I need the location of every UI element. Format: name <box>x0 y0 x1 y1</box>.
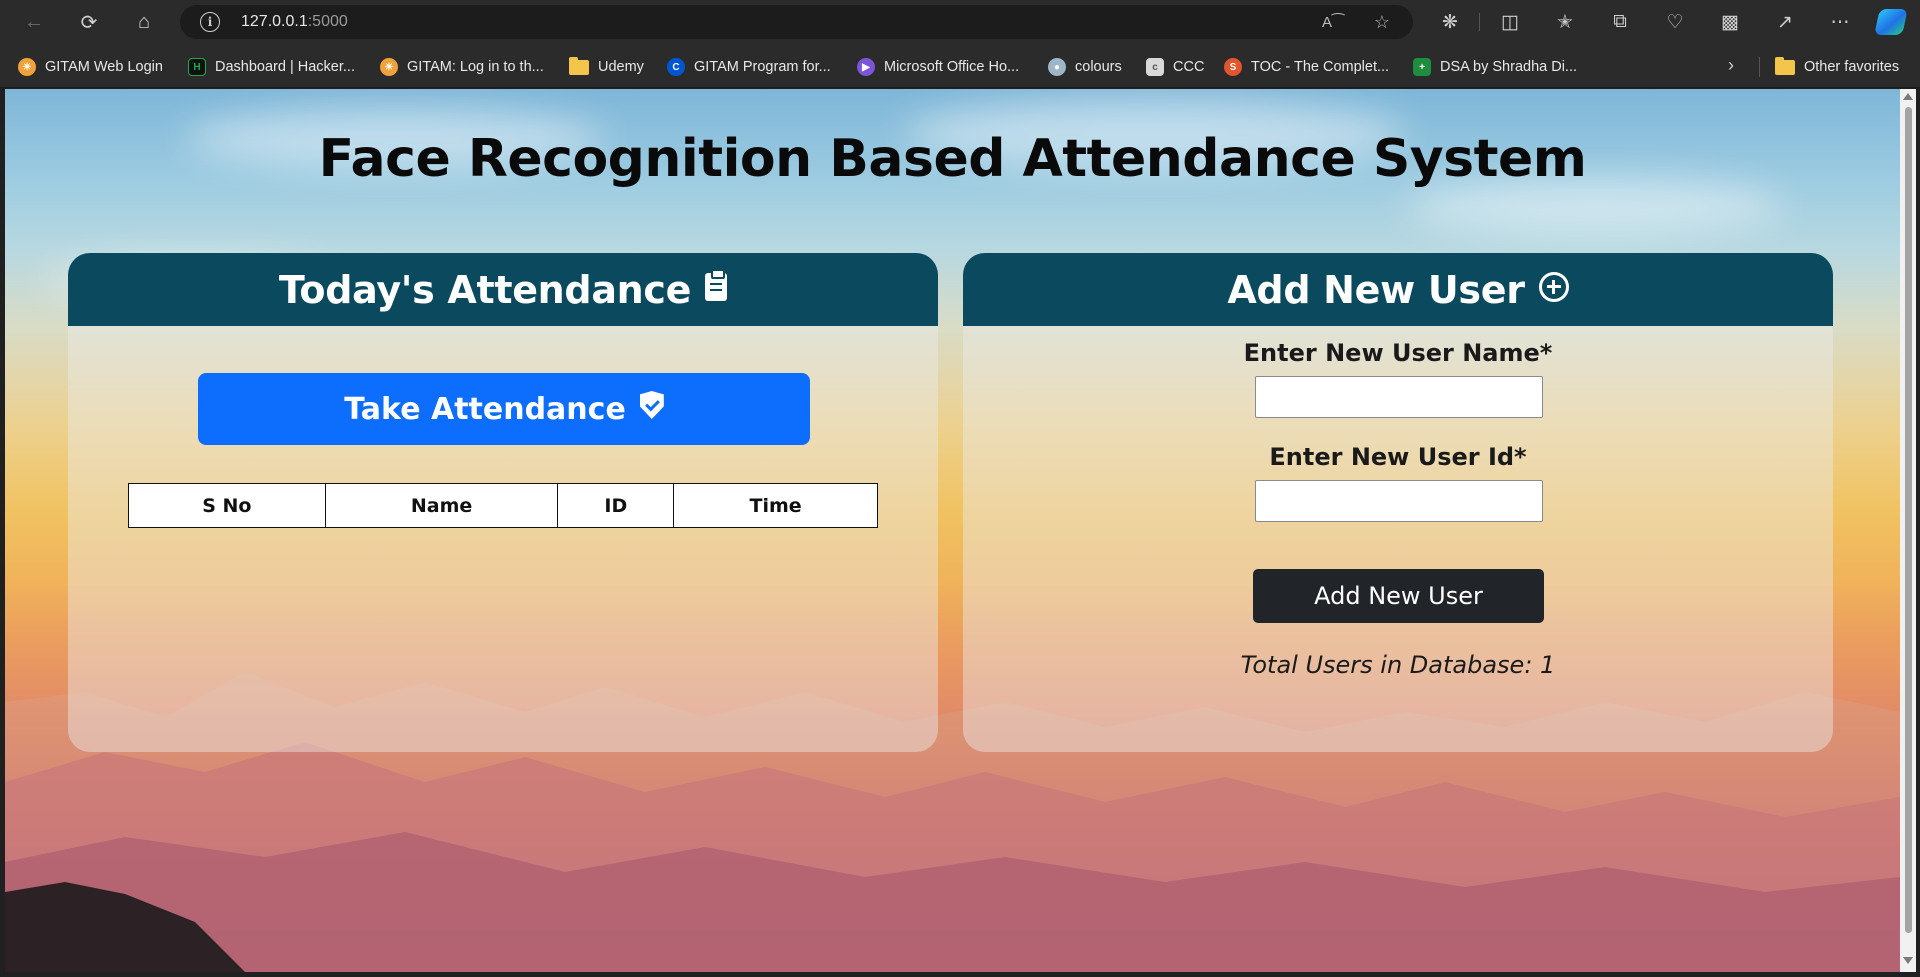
browser-toolbar: ← ⟳ ⌂ i 127.0.0.1:5000 A⁀ ☆ ❋ ◫ ✭ ⧉ ♡ ▩ … <box>0 0 1920 44</box>
ccc-icon: c <box>1146 58 1164 76</box>
column-header-sno: S No <box>128 483 326 528</box>
shield-check-icon <box>639 391 664 419</box>
bookmark-item[interactable]: S TOC - The Complet... <box>1224 56 1389 78</box>
bookmark-item[interactable]: ☀ GITAM: Log in to th... <box>380 56 544 78</box>
bookmark-item[interactable]: + DSA by Shradha Di... <box>1413 56 1577 78</box>
table-header-row: S No Name ID Time <box>128 483 878 528</box>
address-bar[interactable]: i 127.0.0.1:5000 A⁀ ☆ <box>180 5 1413 39</box>
add-user-card: Add New User Enter New User Name* Enter … <box>963 253 1833 752</box>
plus-circle-icon <box>1538 271 1569 302</box>
bookmarks-bar: ☀ GITAM Web Login H Dashboard | Hacker..… <box>0 44 1920 88</box>
coursera-icon: C <box>667 58 685 76</box>
bookmark-item[interactable]: ▶ Microsoft Office Ho... <box>857 56 1019 78</box>
column-header-name: Name <box>324 483 559 528</box>
refresh-icon[interactable]: ⟳ <box>74 8 104 36</box>
share-icon[interactable]: ↗ <box>1770 8 1800 36</box>
dsa-icon: + <box>1413 58 1431 76</box>
bookmark-item[interactable]: ☀ GITAM Web Login <box>18 56 163 78</box>
attendance-card-header: Today's Attendance <box>68 253 938 326</box>
take-attendance-button[interactable]: Take Attendance <box>198 373 810 445</box>
site-info-icon[interactable]: i <box>200 12 220 32</box>
folder-icon <box>1775 56 1795 75</box>
column-header-id: ID <box>557 483 675 528</box>
hackerrank-icon: H <box>188 58 206 76</box>
gitam-logo-icon: ☀ <box>18 58 36 76</box>
extensions-icon[interactable]: ❋ <box>1435 8 1465 36</box>
scroll-thumb[interactable] <box>1905 107 1912 933</box>
browser-essentials-icon[interactable]: ♡ <box>1660 8 1690 36</box>
attendance-card: Today's Attendance Take Attendance S No … <box>68 253 938 752</box>
user-id-label: Enter New User Id* <box>1269 443 1527 471</box>
add-user-heading: Add New User <box>1227 267 1525 312</box>
add-new-user-button[interactable]: Add New User <box>1253 569 1544 623</box>
home-icon[interactable]: ⌂ <box>129 8 159 36</box>
toc-icon: S <box>1224 58 1242 76</box>
attendance-table: S No Name ID Time <box>128 483 878 528</box>
bookmark-item[interactable]: ● colours <box>1048 56 1122 78</box>
user-name-label: Enter New User Name* <box>1243 339 1553 367</box>
total-users-text: Total Users in Database: 1 <box>1240 651 1556 679</box>
bookmark-item[interactable]: H Dashboard | Hacker... <box>188 56 355 78</box>
user-name-input[interactable] <box>1255 376 1543 418</box>
star-icon[interactable]: ☆ <box>1370 11 1394 33</box>
more-menu-icon[interactable]: ⋯ <box>1825 8 1855 36</box>
read-aloud-icon[interactable]: A⁀ <box>1321 11 1345 33</box>
page-viewport: Face Recognition Based Attendance System… <box>5 89 1900 972</box>
column-header-time: Time <box>673 483 878 528</box>
scroll-up-arrow-icon[interactable] <box>1903 93 1913 100</box>
user-id-input[interactable] <box>1255 480 1543 522</box>
collections-icon[interactable]: ⧉ <box>1605 8 1635 36</box>
bookmark-item[interactable]: c CCC <box>1146 56 1204 78</box>
gitam-logo-icon: ☀ <box>380 58 398 76</box>
add-user-card-header: Add New User <box>963 253 1833 326</box>
url-text[interactable]: 127.0.0.1:5000 <box>241 13 348 31</box>
split-screen-icon[interactable]: ◫ <box>1495 8 1525 36</box>
copilot-icon[interactable] <box>1874 9 1908 35</box>
security-shield-icon[interactable]: ▩ <box>1715 8 1745 36</box>
back-arrow-icon[interactable]: ← <box>19 8 49 36</box>
favorites-icon[interactable]: ✭ <box>1550 8 1580 36</box>
page-scrollbar[interactable] <box>1900 89 1916 972</box>
clipboard-icon <box>705 268 728 301</box>
chevron-right-icon[interactable]: › <box>1728 55 1734 76</box>
other-favorites[interactable]: Other favorites <box>1775 56 1899 78</box>
microsoft-office-icon: ▶ <box>857 58 875 76</box>
bookmark-item[interactable]: C GITAM Program for... <box>667 56 831 78</box>
attendance-heading: Today's Attendance <box>278 267 692 312</box>
bookmark-item[interactable]: Udemy <box>569 56 644 78</box>
scroll-down-arrow-icon[interactable] <box>1903 957 1913 964</box>
page-title: Face Recognition Based Attendance System <box>318 129 1587 189</box>
folder-icon <box>569 56 589 75</box>
palette-icon: ● <box>1048 58 1066 76</box>
